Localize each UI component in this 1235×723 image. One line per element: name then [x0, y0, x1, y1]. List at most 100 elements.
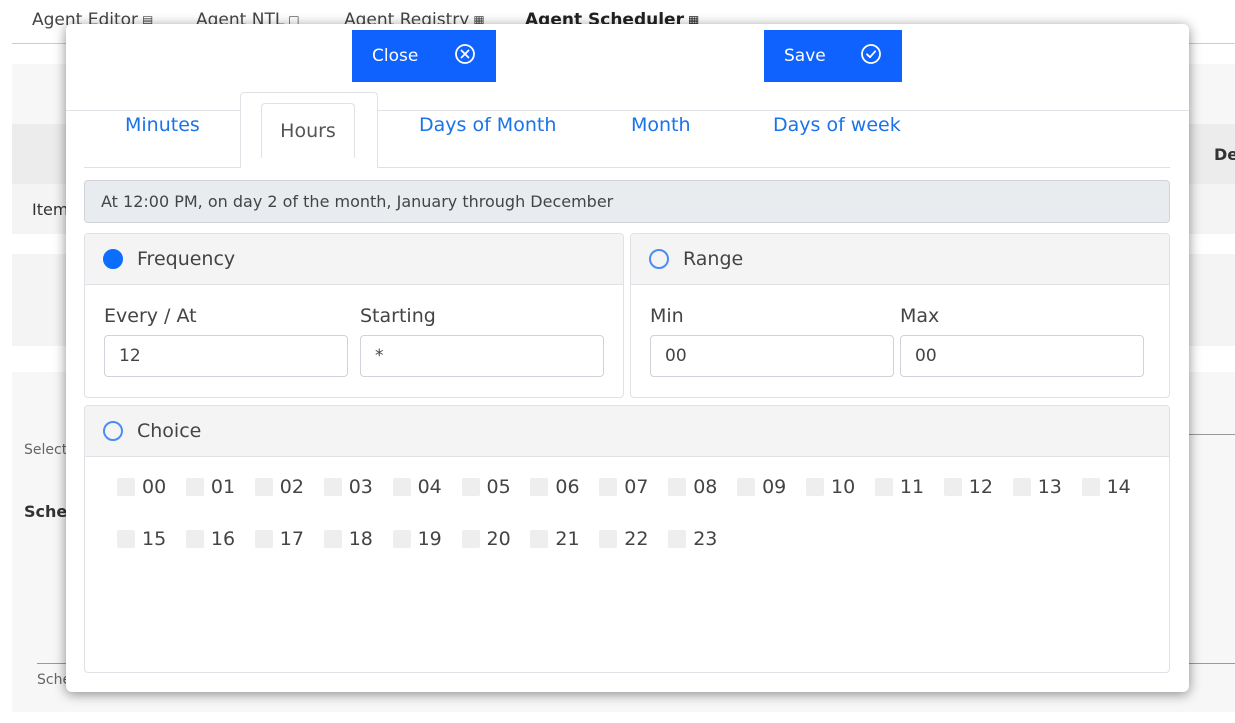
hour-option-label: 14 — [1106, 476, 1131, 498]
hour-option-19[interactable]: 19 — [392, 528, 442, 550]
hour-option-04[interactable]: 04 — [392, 476, 442, 498]
hour-option-16[interactable]: 16 — [185, 528, 236, 550]
hour-checkbox[interactable] — [117, 530, 135, 548]
hour-checkbox[interactable] — [530, 530, 549, 548]
hour-checkbox[interactable] — [599, 530, 618, 548]
hour-checkbox[interactable] — [806, 478, 824, 496]
hour-option-18[interactable]: 18 — [323, 528, 373, 550]
hour-option-label: 15 — [142, 528, 167, 550]
hour-option-03[interactable]: 03 — [323, 476, 373, 498]
hour-option-06[interactable]: 06 — [530, 476, 580, 498]
hour-checkbox[interactable] — [323, 478, 342, 496]
hour-checkbox[interactable] — [1081, 478, 1100, 496]
hour-option-label: 06 — [555, 476, 580, 498]
hour-option-label: 16 — [210, 528, 236, 550]
hour-option-14[interactable]: 14 — [1081, 476, 1131, 498]
cron-tabs: Minutes Hours Days of Month Month Days o… — [84, 92, 1170, 168]
max-input[interactable]: 00 — [900, 335, 1144, 377]
frequency-title: Frequency — [137, 248, 236, 270]
hour-option-label: 12 — [968, 476, 993, 498]
cron-editor-modal: Close Save Minutes Hours Days of Month M… — [66, 24, 1189, 692]
hour-option-02[interactable]: 02 — [254, 476, 304, 498]
hour-option-label: 05 — [486, 476, 511, 498]
hour-option-label: 01 — [210, 476, 236, 498]
choice-header[interactable]: Choice — [85, 406, 1169, 457]
hour-checkbox[interactable] — [1012, 478, 1031, 496]
every-at-input[interactable]: 12 — [104, 335, 348, 377]
hour-option-00[interactable]: 00 — [117, 476, 166, 498]
hour-checkbox[interactable] — [392, 530, 411, 548]
hour-option-12[interactable]: 12 — [943, 476, 993, 498]
hour-option-01[interactable]: 01 — [185, 476, 236, 498]
hour-option-08[interactable]: 08 — [668, 476, 717, 498]
hour-checkbox[interactable] — [461, 530, 480, 548]
hour-option-label: 20 — [486, 528, 511, 550]
tab-month[interactable]: Month — [631, 114, 691, 136]
tab-minutes[interactable]: Minutes — [125, 114, 200, 136]
hour-option-label: 18 — [348, 528, 373, 550]
bg-select-text: Select — [24, 442, 68, 458]
hour-checkbox[interactable] — [599, 478, 618, 496]
hour-checkbox[interactable] — [668, 478, 687, 496]
hour-option-07[interactable]: 07 — [599, 476, 648, 498]
bg-col-header: De — [1214, 145, 1235, 164]
min-input[interactable]: 00 — [650, 335, 894, 377]
close-button[interactable]: Close — [352, 30, 496, 82]
hour-checkbox[interactable] — [323, 530, 342, 548]
range-card: Range Min 00 Max 00 — [630, 233, 1170, 398]
hour-option-17[interactable]: 17 — [254, 528, 304, 550]
hour-option-05[interactable]: 05 — [461, 476, 511, 498]
tab-days-of-week[interactable]: Days of week — [773, 114, 901, 136]
hour-checkbox[interactable] — [943, 478, 962, 496]
choice-title: Choice — [137, 420, 202, 442]
starting-input[interactable]: * — [360, 335, 604, 377]
hour-option-label: 11 — [899, 476, 925, 498]
bg-item-text: Item — [32, 200, 69, 219]
close-circle-icon — [454, 43, 476, 70]
hour-checkbox[interactable] — [185, 530, 204, 548]
hour-option-label: 13 — [1037, 476, 1062, 498]
range-title: Range — [683, 248, 744, 270]
bg-schedule-title: Sche — [24, 502, 68, 521]
hour-option-label: 04 — [417, 476, 442, 498]
hour-checkbox[interactable] — [392, 478, 411, 496]
hour-checkbox[interactable] — [254, 478, 273, 496]
hour-option-label: 03 — [348, 476, 373, 498]
hour-option-15[interactable]: 15 — [117, 528, 166, 550]
choice-card: Choice 00 01 02 03 04 05 06 07 08 09 10 11 12 13 14 15 1… — [84, 405, 1170, 673]
hour-option-label: 09 — [762, 476, 787, 498]
cron-description: At 12:00 PM, on day 2 of the month, Janu… — [84, 180, 1170, 223]
hour-option-20[interactable]: 20 — [461, 528, 511, 550]
hour-checkbox[interactable] — [254, 530, 273, 548]
hour-option-label: 21 — [555, 528, 580, 550]
hour-option-label: 00 — [142, 476, 167, 498]
hour-checkbox[interactable] — [737, 478, 756, 496]
hour-option-label: 22 — [624, 528, 649, 550]
starting-label: Starting — [360, 305, 436, 327]
hour-checkbox[interactable] — [185, 478, 204, 496]
hour-option-23[interactable]: 23 — [668, 528, 717, 550]
save-button[interactable]: Save — [764, 30, 902, 82]
range-header[interactable]: Range — [631, 234, 1169, 285]
hour-checkbox[interactable] — [668, 530, 687, 548]
tab-days-of-month[interactable]: Days of Month — [419, 114, 556, 136]
range-radio[interactable] — [649, 249, 669, 269]
frequency-radio[interactable] — [103, 249, 123, 269]
hour-checkbox[interactable] — [530, 478, 549, 496]
hour-option-10[interactable]: 10 — [806, 476, 855, 498]
hour-option-22[interactable]: 22 — [599, 528, 648, 550]
frequency-header[interactable]: Frequency — [85, 234, 623, 285]
hour-option-label: 02 — [279, 476, 304, 498]
hour-option-label: 17 — [279, 528, 304, 550]
hour-option-label: 19 — [417, 528, 442, 550]
tab-hours[interactable]: Hours — [261, 103, 355, 158]
hour-option-21[interactable]: 21 — [530, 528, 580, 550]
bg-divider — [1189, 434, 1235, 435]
hour-checkbox[interactable] — [461, 478, 480, 496]
hour-option-11[interactable]: 11 — [874, 476, 925, 498]
hour-option-13[interactable]: 13 — [1012, 476, 1062, 498]
hour-checkbox[interactable] — [117, 478, 135, 496]
choice-radio[interactable] — [103, 421, 123, 441]
hour-checkbox[interactable] — [874, 478, 893, 496]
hour-option-09[interactable]: 09 — [737, 476, 786, 498]
